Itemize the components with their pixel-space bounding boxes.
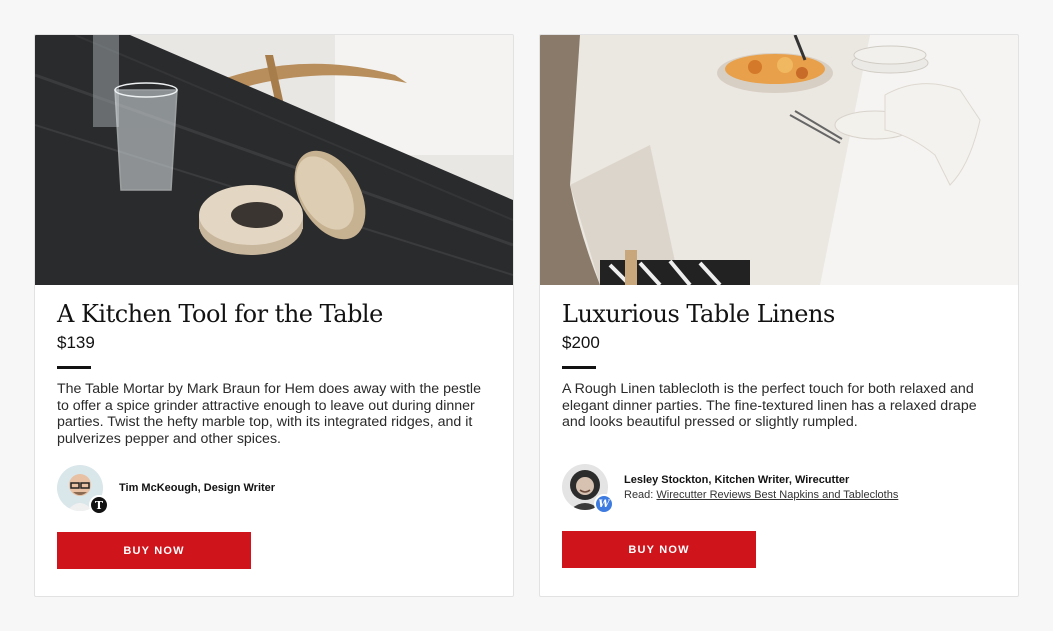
author-avatar: T bbox=[57, 465, 109, 515]
card-body: A Kitchen Tool for the Table $139 The Ta… bbox=[57, 297, 491, 447]
author-name: Tim McKeough, Design Writer bbox=[119, 482, 276, 494]
divider bbox=[57, 366, 91, 369]
author-text: Lesley Stockton, Kitchen Writer, Wirecut… bbox=[624, 474, 898, 501]
divider bbox=[562, 366, 596, 369]
product-price: $139 bbox=[57, 333, 95, 352]
product-price: $200 bbox=[562, 333, 600, 352]
author-read-line: Read: Wirecutter Reviews Best Napkins an… bbox=[624, 489, 898, 501]
product-title: Luxurious Table Linens bbox=[562, 300, 835, 328]
product-description: A Rough Linen tablecloth is the perfect … bbox=[562, 381, 977, 430]
product-description: The Table Mortar by Mark Braun for Hem d… bbox=[57, 381, 481, 447]
card-body: Luxurious Table Linens $200 A Rough Line… bbox=[562, 297, 996, 431]
product-image-mortar bbox=[35, 35, 513, 285]
author-text: Tim McKeough, Design Writer bbox=[119, 482, 275, 494]
buy-now-button[interactable]: BUY NOW bbox=[57, 532, 251, 569]
wirecutter-logo-icon: W bbox=[594, 494, 614, 514]
author-byline: W Lesley Stockton, Kitchen Writer, Wirec… bbox=[562, 464, 898, 514]
product-title: A Kitchen Tool for the Table bbox=[57, 300, 383, 328]
product-card-mortar: A Kitchen Tool for the Table $139 The Ta… bbox=[34, 34, 514, 597]
product-image-linens bbox=[540, 35, 1018, 285]
product-card-linens: Luxurious Table Linens $200 A Rough Line… bbox=[539, 34, 1019, 597]
buy-now-button[interactable]: BUY NOW bbox=[562, 531, 756, 568]
read-label: Read: bbox=[624, 488, 654, 501]
author-name: Lesley Stockton, Kitchen Writer, Wirecut… bbox=[624, 473, 850, 486]
author-avatar: W bbox=[562, 464, 614, 514]
wirecutter-review-link[interactable]: Wirecutter Reviews Best Napkins and Tabl… bbox=[656, 489, 898, 501]
author-byline: T Tim McKeough, Design Writer bbox=[57, 465, 275, 515]
product-cards: A Kitchen Tool for the Table $139 The Ta… bbox=[34, 34, 1019, 597]
nyt-logo-icon: T bbox=[89, 495, 109, 515]
